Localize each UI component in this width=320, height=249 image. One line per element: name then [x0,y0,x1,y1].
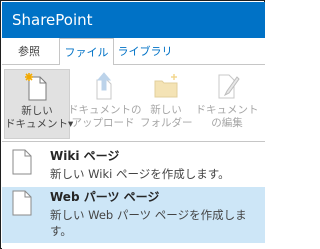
edit-document-button[interactable]: ドキュメント の編集 [194,69,260,139]
tab-files[interactable]: ファイル [59,38,114,66]
edit-document-icon [213,71,241,101]
upload-document-label-line1: ドキュメントの [68,104,142,116]
new-document-button[interactable]: 新しい ドキュメント▾ [4,69,74,139]
menu-item-description: 新しい Wiki ページを作成します。 [50,167,230,181]
menu-item-web-part-page[interactable]: Web パーツ ページ 新しい Web パーツ ページを作成します。 [2,187,265,243]
new-document-label: 新しい ドキュメント▾ [5,105,74,131]
new-document-label-line1: 新しい [21,105,53,117]
new-folder-icon [152,71,180,101]
ribbon-panel: 新しい ドキュメント▾ ドキュメントの アップロード 新しい フォルダー ドキュ… [2,65,265,141]
suite-bar: SharePoint [2,2,265,38]
new-folder-label-line2: フォルダー [140,117,193,129]
menu-item-title: Wiki ページ [50,149,120,163]
page-icon [12,149,32,175]
edit-document-label: ドキュメント の編集 [194,104,260,130]
upload-document-button[interactable]: ドキュメントの アップロード [68,69,142,139]
new-folder-button[interactable]: 新しい フォルダー [140,69,193,139]
app-title[interactable]: SharePoint [12,10,93,30]
new-document-menu: Wiki ページ 新しい Wiki ページを作成します。 Web パーツ ページ… [2,141,265,249]
edit-document-label-line1: ドキュメント [195,104,259,116]
ribbon-tab-row: 参照 ファイル ライブラリ [2,38,265,66]
menu-item-wiki-page[interactable]: Wiki ページ 新しい Wiki ページを作成します。 [2,146,265,186]
tab-browse[interactable]: 参照 [8,38,50,65]
edit-document-label-line2: の編集 [211,117,243,129]
upload-document-label-line2: アップロード [71,117,135,129]
new-folder-label: 新しい フォルダー [140,104,193,130]
upload-document-label: ドキュメントの アップロード [68,104,142,130]
menu-item-description: 新しい Web パーツ ページを作成します。 [50,208,247,238]
new-document-icon [23,72,51,102]
new-folder-label-line1: 新しい [150,104,182,116]
new-document-label-line2: ドキュメント▾ [5,118,74,130]
page-icon [12,190,32,216]
sharepoint-window: SharePoint 参照 ファイル ライブラリ 新しい ドキュメント▾ ドキュ… [0,0,265,249]
tab-library[interactable]: ライブラリ [115,38,175,65]
menu-item-title: Web パーツ ページ [50,190,160,204]
upload-icon [89,71,117,101]
